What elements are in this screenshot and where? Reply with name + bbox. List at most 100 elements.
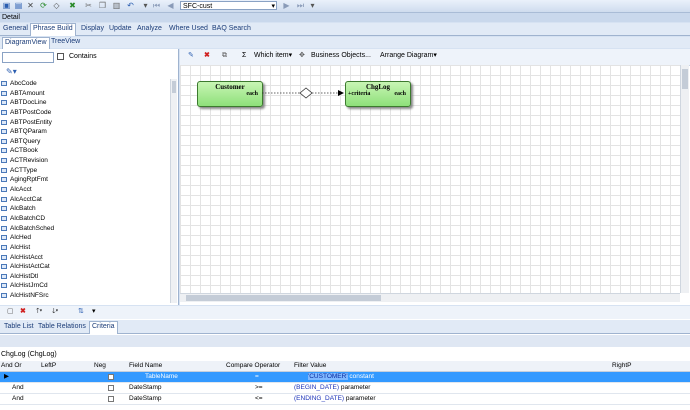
list-item[interactable]: AlcHistActCat: [0, 262, 176, 272]
tab-tree-view[interactable]: TreeView: [51, 37, 80, 47]
relation-connector[interactable]: [262, 85, 346, 101]
list-item[interactable]: AlcHistDtl: [0, 272, 176, 282]
list-item[interactable]: AgingRptFmt: [0, 175, 176, 185]
dropdown-chevron-icon[interactable]: ▾: [141, 1, 150, 10]
move-up-icon[interactable]: 🡑▾: [36, 307, 42, 317]
business-objects-button[interactable]: Business Objects...: [311, 51, 371, 61]
diagram-canvas[interactable]: Customer each ChgLog +criteria each: [180, 65, 680, 293]
diagram-vscroll[interactable]: [680, 65, 689, 293]
col-rightp[interactable]: RightP: [612, 361, 632, 371]
col-leftp[interactable]: LeftP: [41, 361, 56, 371]
cell-andor[interactable]: And: [12, 383, 24, 393]
cell-field[interactable]: TableName: [145, 372, 178, 382]
list-item[interactable]: ABTPostEntity: [0, 118, 176, 128]
cell-field[interactable]: DateStamp: [129, 394, 162, 404]
add-table-icon[interactable]: ⧉: [222, 51, 227, 61]
criteria-row[interactable]: ▶ TableName = 'CUSTOMER' constant: [0, 372, 690, 383]
tab-table-list[interactable]: Table List: [4, 322, 34, 332]
table-search-input[interactable]: [2, 52, 54, 63]
save-icon[interactable]: ▣: [2, 1, 11, 10]
cell-filter-value[interactable]: (BEGIN_DATE) parameter: [294, 383, 370, 393]
diagram-hscroll[interactable]: [180, 293, 680, 302]
cell-field[interactable]: DateStamp: [129, 383, 162, 393]
sort-icon[interactable]: ⇅: [78, 307, 84, 317]
list-item[interactable]: AlcHistNFSrc: [0, 291, 176, 301]
filter-icon[interactable]: ✎▾: [6, 67, 17, 76]
list-item[interactable]: ABTQuery: [0, 137, 176, 147]
criteria-row[interactable]: And DateStamp >= (BEGIN_DATE) parameter: [0, 383, 690, 394]
which-item-button[interactable]: Which item▾: [254, 51, 292, 61]
neg-checkbox[interactable]: [108, 385, 114, 391]
diagram-hscroll-thumb[interactable]: [186, 295, 381, 301]
move-down-icon[interactable]: 🡓▾: [52, 307, 58, 317]
tab-analyze[interactable]: Analyze: [137, 24, 162, 34]
scroll-thumb[interactable]: [172, 81, 176, 93]
tab-baq-search[interactable]: BAQ Search: [212, 24, 251, 34]
tab-display[interactable]: Display: [81, 24, 104, 34]
criteria-row[interactable]: And DateStamp <= (ENDING_DATE) parameter: [0, 394, 690, 405]
cell-andor[interactable]: And: [12, 394, 24, 404]
overflow-icon[interactable]: ▾: [92, 307, 96, 317]
tab-where-used[interactable]: Where Used: [169, 24, 208, 34]
cell-operator[interactable]: =: [255, 372, 259, 382]
prev-icon[interactable]: ◀: [166, 1, 175, 10]
edit-icon[interactable]: ✎: [188, 51, 194, 61]
overflow-icon[interactable]: ▾: [308, 1, 317, 10]
list-item[interactable]: ACTRevision: [0, 156, 176, 166]
new-row-icon[interactable]: ▢: [7, 307, 14, 317]
combo-chevron-icon[interactable]: ▾: [271, 2, 275, 11]
arrange-diagram-button[interactable]: Arrange Diagram▾: [380, 51, 437, 61]
cell-operator[interactable]: <=: [255, 394, 263, 404]
cell-filter-value[interactable]: 'CUSTOMER' constant: [308, 372, 374, 382]
col-andor[interactable]: And Or: [1, 361, 22, 371]
list-item[interactable]: ABTDocLine: [0, 98, 176, 108]
list-item[interactable]: ABTPostCode: [0, 108, 176, 118]
delete-table-icon[interactable]: ✖: [204, 51, 210, 61]
contains-checkbox[interactable]: [57, 53, 64, 60]
cell-operator[interactable]: >=: [255, 383, 263, 393]
cell-filter-value[interactable]: (ENDING_DATE) parameter: [294, 394, 376, 404]
clear-icon[interactable]: ◇: [52, 1, 61, 10]
delete-row-icon[interactable]: ✖: [20, 307, 26, 317]
col-compare-operator[interactable]: Compare Operator: [226, 361, 280, 371]
save-alt-icon[interactable]: ▤: [14, 1, 23, 10]
col-neg[interactable]: Neg: [94, 361, 106, 371]
sigma-icon[interactable]: Σ: [242, 51, 246, 61]
list-item[interactable]: AlcHistJrnCd: [0, 281, 176, 291]
close-icon[interactable]: ✕: [26, 1, 35, 10]
customer-table-node[interactable]: Customer each: [197, 81, 263, 107]
tab-criteria[interactable]: Criteria: [89, 321, 118, 334]
table-list-scrollbar[interactable]: [170, 79, 177, 303]
list-item[interactable]: AlcBatchSched: [0, 224, 176, 234]
paste-icon[interactable]: ▥: [112, 1, 121, 10]
tab-update[interactable]: Update: [109, 24, 132, 34]
col-field-name[interactable]: Field Name: [129, 361, 162, 371]
next-icon[interactable]: ▶: [282, 1, 291, 10]
list-item[interactable]: ACTBook: [0, 146, 176, 156]
delete-icon[interactable]: ✖: [68, 1, 77, 10]
col-filter-value[interactable]: Filter Value: [294, 361, 326, 371]
diagram-vscroll-thumb[interactable]: [682, 69, 688, 89]
list-item[interactable]: AbcCode: [0, 79, 176, 89]
list-item[interactable]: ACTType: [0, 166, 176, 176]
list-item[interactable]: ABTAmount: [0, 89, 176, 99]
list-item[interactable]: ABTQParam: [0, 127, 176, 137]
list-item[interactable]: AlcBatch: [0, 204, 176, 214]
first-icon[interactable]: ⏮: [152, 1, 161, 10]
list-item[interactable]: AlcHist: [0, 243, 176, 253]
copy-icon[interactable]: ❐: [98, 1, 107, 10]
list-item[interactable]: AlcHistAcct: [0, 253, 176, 263]
tab-diagram-view[interactable]: DiagramView: [2, 37, 50, 49]
cut-icon[interactable]: ✂: [84, 1, 93, 10]
tab-phrase-build[interactable]: Phrase Build: [30, 23, 76, 36]
list-item[interactable]: AlcAcct: [0, 185, 176, 195]
tab-table-relations[interactable]: Table Relations: [38, 322, 86, 332]
sync-icon[interactable]: ⟳: [39, 1, 48, 10]
list-item[interactable]: AlcHed: [0, 233, 176, 243]
record-combo[interactable]: SFC-cust ▾: [180, 1, 277, 10]
list-item[interactable]: AlcAcctCat: [0, 195, 176, 205]
tab-general[interactable]: General: [3, 24, 28, 34]
neg-checkbox[interactable]: [108, 396, 114, 402]
last-icon[interactable]: ⏭: [296, 1, 305, 10]
chglog-table-node[interactable]: ChgLog +criteria each: [345, 81, 411, 107]
